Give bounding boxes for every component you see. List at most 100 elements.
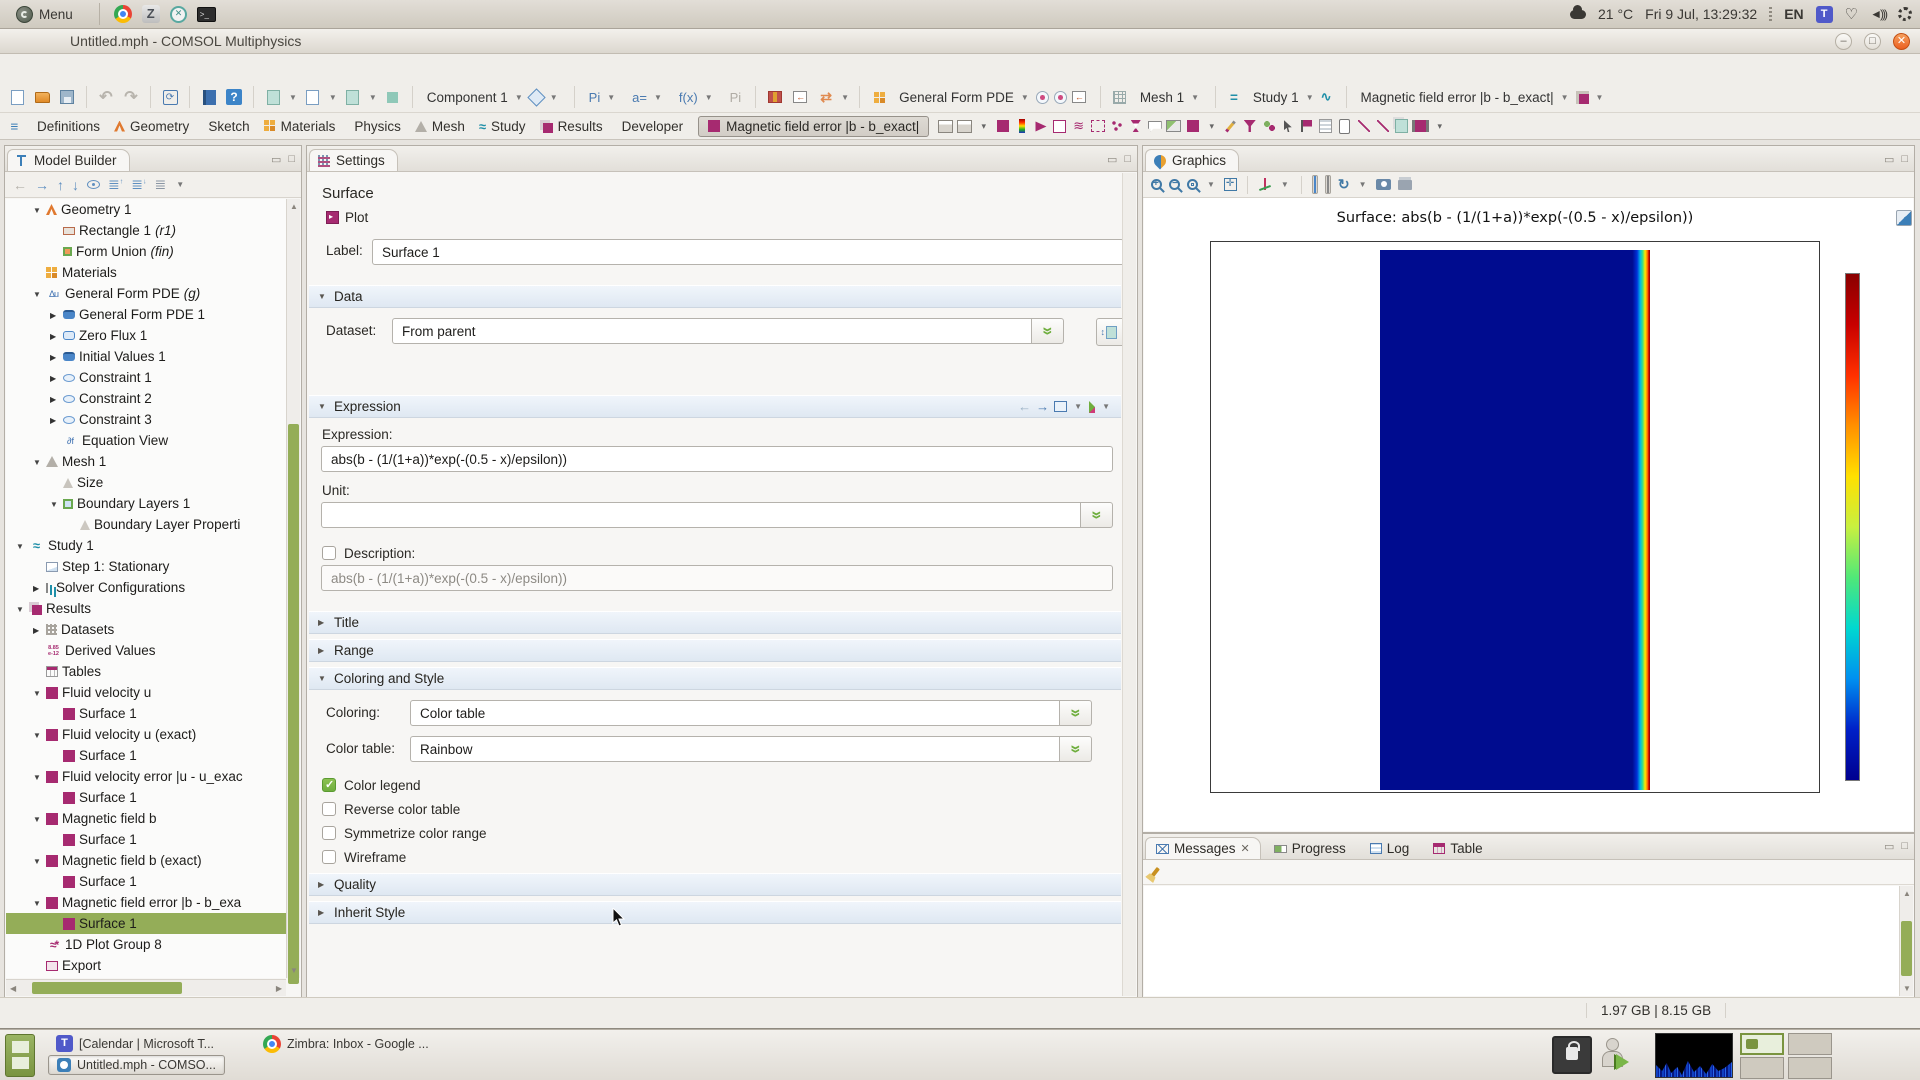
tree-horizontal-scrollbar[interactable]: ◀ ▶ bbox=[6, 979, 286, 996]
add-material-icon[interactable] bbox=[868, 86, 890, 108]
contour-plot-icon[interactable] bbox=[1051, 118, 1068, 135]
slash-line-1-icon[interactable] bbox=[1355, 118, 1372, 135]
tree-item[interactable]: Zero Flux 1 bbox=[6, 325, 286, 346]
style-checkbox-row[interactable]: Reverse color table bbox=[322, 799, 487, 819]
replace-expression-icon[interactable] bbox=[1054, 401, 1068, 412]
expand-arrow-icon[interactable] bbox=[50, 415, 63, 425]
compute-equals-icon[interactable]: = bbox=[1224, 88, 1244, 107]
menu-item[interactable] bbox=[6, 64, 28, 72]
unit-combo[interactable]: » bbox=[321, 502, 1113, 528]
expression-input[interactable] bbox=[321, 446, 1113, 472]
go-to-source-button[interactable] bbox=[1096, 318, 1122, 346]
expand-arrow-icon[interactable] bbox=[33, 898, 46, 908]
expand-arrow-icon[interactable] bbox=[33, 625, 46, 635]
expand-arrow-icon[interactable] bbox=[33, 814, 46, 824]
expand-arrow-icon[interactable] bbox=[50, 310, 63, 320]
forward-icon[interactable]: → bbox=[35, 177, 49, 193]
workspace-3[interactable] bbox=[1740, 1057, 1784, 1079]
menu-item[interactable] bbox=[50, 64, 72, 72]
image-plot-icon[interactable] bbox=[1165, 118, 1182, 135]
plot-button[interactable]: Plot bbox=[318, 207, 376, 228]
panel-maximize-icon[interactable]: □ bbox=[288, 153, 295, 166]
range-section-header[interactable]: ▶ Range bbox=[309, 639, 1121, 662]
tree-item[interactable]: Fluid velocity u bbox=[6, 682, 286, 703]
unit-dropdown-icon[interactable]: » bbox=[1081, 502, 1113, 528]
colorbar-icon[interactable] bbox=[1013, 118, 1030, 135]
heart-tray-icon[interactable]: ♡ bbox=[1845, 5, 1858, 23]
ribbon-tab[interactable]: Definitions bbox=[25, 116, 107, 137]
tree-item[interactable]: Geometry 1 bbox=[6, 199, 286, 220]
legend-toggle-icon[interactable] bbox=[1326, 176, 1329, 193]
plot-group-selector[interactable]: Magnetic field error |b - b_exact| ▼ ▼ bbox=[1355, 88, 1612, 107]
clear-messages-icon[interactable] bbox=[1150, 866, 1160, 878]
prev-expression-icon[interactable]: ← bbox=[1018, 399, 1031, 414]
tree-item[interactable]: Surface 1 bbox=[6, 829, 286, 850]
zoom-box-icon[interactable] bbox=[1187, 179, 1198, 190]
tree-item[interactable]: Magnetic field error |b - b_exa bbox=[6, 892, 286, 913]
description-checkbox-row[interactable]: Description: bbox=[322, 543, 415, 563]
table-icon[interactable] bbox=[764, 86, 786, 108]
colortable-combo[interactable]: Rainbow » bbox=[410, 736, 1092, 762]
checkbox[interactable] bbox=[322, 802, 336, 816]
expand-arrow-icon[interactable] bbox=[50, 499, 63, 509]
tree-item[interactable]: Magnetic field b (exact) bbox=[6, 850, 286, 871]
surface-plot-icon[interactable] bbox=[994, 118, 1011, 135]
tree-vertical-scrollbar[interactable]: ▲ ▼ bbox=[286, 199, 300, 984]
teams-tray-icon[interactable]: T bbox=[1815, 5, 1833, 23]
checkbox[interactable] bbox=[322, 778, 336, 792]
panel-minimize-icon[interactable]: ▭ bbox=[1884, 840, 1894, 853]
data-section-header[interactable]: ▼ Data bbox=[309, 285, 1121, 308]
copy-plot-icon[interactable] bbox=[1393, 118, 1410, 135]
expand-arrow-icon[interactable] bbox=[50, 352, 63, 362]
tree-item[interactable]: Magnetic field b bbox=[6, 808, 286, 829]
ribbon-active-plot-tab[interactable]: Magnetic field error |b - b_exact| bbox=[698, 115, 930, 137]
tree-item[interactable]: Surface 1 bbox=[6, 787, 286, 808]
ribbon-tab[interactable]: Physics bbox=[342, 116, 408, 137]
tree-item[interactable]: Surface 1 bbox=[6, 703, 286, 724]
checkbox[interactable] bbox=[322, 826, 336, 840]
help-icon[interactable]: ? bbox=[223, 86, 245, 108]
grid-toggle-icon[interactable] bbox=[1313, 176, 1316, 193]
expression-menu-icon[interactable]: ▼ bbox=[1074, 402, 1082, 411]
tree-item[interactable]: Constraint 2 bbox=[6, 388, 286, 409]
tree-item[interactable]: Initial Values 1 bbox=[6, 346, 286, 367]
insert-menu-icon[interactable]: ▼ bbox=[1102, 402, 1110, 411]
window-list-icon[interactable] bbox=[5, 1034, 35, 1077]
player-icon[interactable] bbox=[1336, 118, 1353, 135]
settings-tray-icon[interactable] bbox=[1898, 7, 1912, 21]
unit-input[interactable] bbox=[321, 502, 1081, 528]
coloring-dropdown-icon[interactable]: » bbox=[1060, 700, 1092, 726]
ribbon-tab[interactable]: Materials bbox=[257, 116, 343, 137]
workspace-1[interactable] bbox=[1740, 1033, 1784, 1055]
chrome-launcher-icon[interactable] bbox=[113, 5, 132, 23]
ribbon-tab[interactable]: Developer bbox=[610, 116, 691, 137]
plot-canvas[interactable]: Surface: abs(b - (1/(1+a))*exp(-(0.5 - x… bbox=[1144, 198, 1913, 831]
insert-expression-icon[interactable] bbox=[1089, 400, 1096, 413]
tree-item[interactable]: Step 1: Stationary bbox=[6, 556, 286, 577]
add-study-node-icon[interactable] bbox=[342, 86, 364, 108]
taskbar-task[interactable]: T [Calendar | Microsoft T... bbox=[48, 1033, 222, 1054]
tree-item[interactable]: Size bbox=[6, 472, 286, 493]
scatter-plot-icon[interactable] bbox=[1108, 118, 1125, 135]
tree-item[interactable]: General Form PDE 1 bbox=[6, 304, 286, 325]
back-icon[interactable]: ← bbox=[13, 177, 27, 193]
hourglass-plot-icon[interactable] bbox=[1127, 118, 1144, 135]
mesh-grid-icon[interactable] bbox=[1109, 86, 1131, 108]
expand-arrow-icon[interactable] bbox=[50, 331, 63, 341]
menu-item[interactable] bbox=[72, 64, 94, 72]
library-icon[interactable] bbox=[198, 86, 220, 108]
toolbar-dropdown-icon[interactable]: ▼ bbox=[176, 180, 184, 189]
tree-item[interactable]: Surface 1 bbox=[6, 871, 286, 892]
physics-selector[interactable]: General Form PDE ▼ bbox=[893, 88, 1092, 107]
lock-screen-icon[interactable] bbox=[1552, 1036, 1592, 1074]
panel-minimize-icon[interactable]: ▭ bbox=[1884, 153, 1894, 166]
tree-item[interactable]: Form Union (fin) bbox=[6, 241, 286, 262]
taskbar-task[interactable]: Zimbra: Inbox - Google ... bbox=[255, 1033, 437, 1055]
collapse-all-icon[interactable]: ≣↓ bbox=[131, 176, 146, 193]
tree-item[interactable]: Solver Configurations bbox=[6, 577, 286, 598]
view-cube-icon[interactable] bbox=[1896, 210, 1912, 226]
component-selector[interactable]: Component 1 ▼ ▼ bbox=[421, 87, 566, 107]
plot-refresh-icon[interactable]: ↻ bbox=[1338, 176, 1350, 193]
close-tab-icon[interactable]: ✕ bbox=[1241, 842, 1250, 855]
undo-icon[interactable]: ↶ bbox=[95, 86, 117, 108]
